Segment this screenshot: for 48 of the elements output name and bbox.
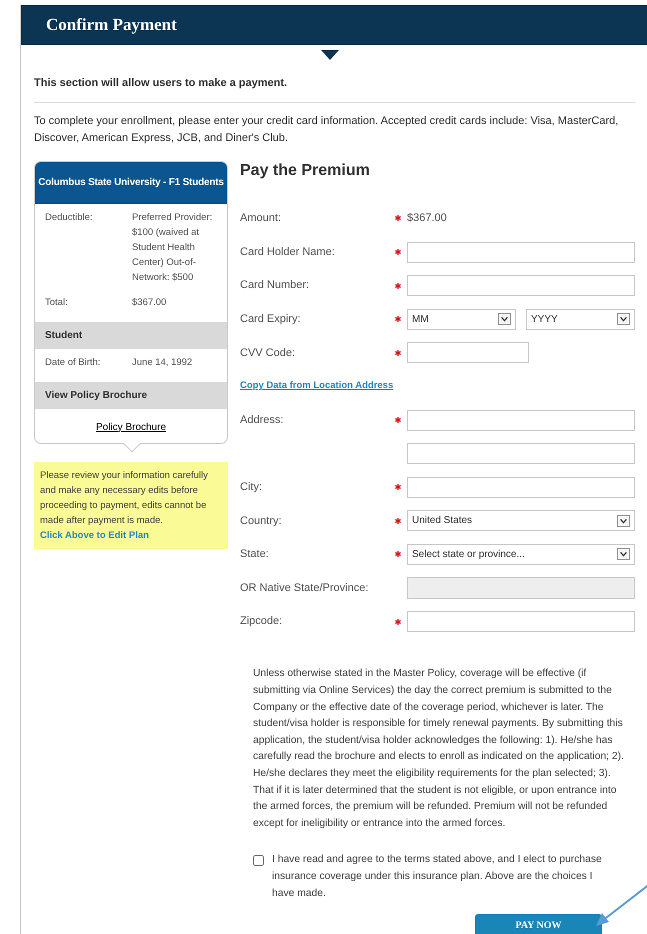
- select-field[interactable]: YYYY: [526, 308, 635, 330]
- detail-label: Total:: [45, 296, 69, 310]
- text-field[interactable]: [407, 242, 635, 263]
- header-pointer: [321, 50, 339, 60]
- chevron-icon: [617, 548, 630, 560]
- text-field[interactable]: [407, 443, 635, 464]
- field-label: Address:: [240, 412, 284, 428]
- field-label: State:: [240, 547, 270, 562]
- page-title: Confirm Payment: [46, 14, 177, 36]
- section-heading: Student: [35, 322, 227, 348]
- select-field[interactable]: United States: [407, 510, 635, 532]
- select-field[interactable]: MM: [407, 308, 516, 330]
- plan-title: Columbus State University - F1 Students: [35, 162, 227, 204]
- chevron-icon: [617, 313, 630, 326]
- text-field[interactable]: [407, 476, 635, 498]
- text-field[interactable]: [407, 611, 635, 632]
- instructions-text: To complete your enrollment, please enter your credit card information. Accepted credit cards include: Visa, MasterCard, Discover, American Express, JCB, and Diner's Club.: [34, 114, 620, 146]
- review-note-text: Please review your information carefully and make any necessary edits before proceeding to payment, edits cannot be made after payment is made.: [40, 469, 209, 528]
- field-label: OR Native State/Province:: [240, 580, 370, 596]
- field-label: Zipcode:: [240, 614, 284, 630]
- brochure-link[interactable]: Policy Brochure: [96, 420, 166, 434]
- pay-now-button[interactable]: PAY NOW: [475, 914, 602, 934]
- field-label: City:: [240, 480, 263, 495]
- detail-label: Deductible:: [45, 210, 94, 224]
- field-label: CVV Code:: [240, 346, 296, 361]
- form-heading: Pay the Premium: [240, 160, 371, 180]
- agree-label: I have read and agree to the terms stated above, and I elect to purchase insurance coverage under this insurance plan. Above are the choices I have made.: [272, 853, 603, 901]
- field-label: Country:: [240, 514, 283, 529]
- terms-text: Unless otherwise stated in the Master Policy, coverage will be effective (if submitting via Online Services) the day the correct premium is submitted to the Company or the effective date of the coverage period, whichever is later. The student/visa holder is responsible for timely renewal payments. By submitting this application, the student/visa holder acknowledges the following: 1). He/she has carefully read the brochure and elects to enroll as indicated on the application; 2). He/she declares they meet the eligibility requirements for the plan selected; 3). That if it is later determined that the student is not eligible, or upon entrance into the armed forces, the premium will be refunded. Premium will not be refunded except for ineligibility or entrance into the armed forces.: [253, 667, 625, 831]
- detail-value: Preferred Provider: $100 (waived at Student Health Center) Out-of-Network: $500: [132, 210, 214, 284]
- detail-value: June 14, 1992: [132, 356, 194, 370]
- detail-label: Date of Birth:: [45, 356, 102, 370]
- detail-value: $367.00: [132, 296, 168, 310]
- chevron-icon: [617, 514, 630, 527]
- chevron-icon: [498, 313, 511, 326]
- field-label: Card Expiry:: [240, 312, 302, 328]
- text-field[interactable]: [407, 342, 529, 364]
- text-field[interactable]: [407, 410, 635, 431]
- amount-value: $367.00: [407, 211, 447, 226]
- section-description: This section will allow users to make a payment.: [34, 75, 635, 102]
- field-label: Amount:: [240, 211, 282, 226]
- text-field[interactable]: [407, 275, 635, 296]
- field-label: Card Number:: [240, 278, 310, 294]
- section-heading: View Policy Brochure: [35, 382, 227, 408]
- copy-address-link[interactable]: Copy Data from Location Address: [240, 379, 394, 394]
- agree-checkbox[interactable]: [253, 855, 264, 866]
- field-label: Card Holder Name:: [240, 244, 336, 260]
- select-field[interactable]: Select state or province...: [407, 544, 635, 565]
